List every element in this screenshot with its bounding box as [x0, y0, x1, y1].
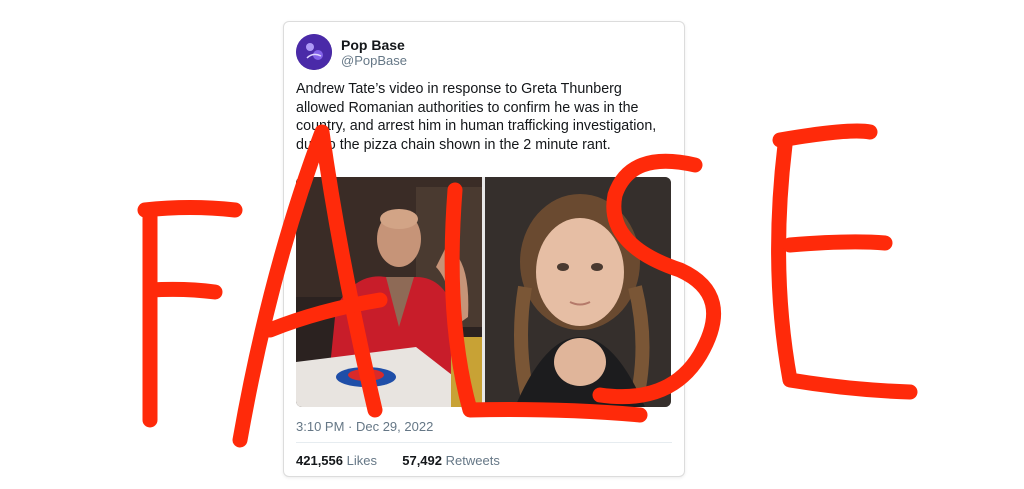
- tweet-card[interactable]: Pop Base @PopBase Andrew Tate’s video in…: [283, 21, 685, 477]
- media-image-greta-thunberg[interactable]: [485, 177, 671, 407]
- likes-count[interactable]: 421,556: [296, 453, 343, 468]
- tweet-timestamp[interactable]: 3:10 PM · Dec 29, 2022: [296, 419, 433, 434]
- display-name[interactable]: Pop Base: [341, 37, 405, 53]
- divider: [296, 442, 672, 443]
- likes-label[interactable]: Likes: [347, 453, 377, 468]
- media-grid[interactable]: [296, 177, 671, 407]
- retweets-label[interactable]: Retweets: [446, 453, 500, 468]
- tweet-text: Andrew Tate’s video in response to Greta…: [296, 81, 657, 153]
- tweet-stats: 421,556 Likes 57,492 Retweets: [296, 453, 500, 468]
- user-handle[interactable]: @PopBase: [341, 53, 407, 68]
- false-stamp-letter-e: [772, 123, 878, 148]
- avatar[interactable]: [296, 34, 332, 70]
- pop-base-logo-icon: [296, 34, 332, 70]
- retweets-count[interactable]: 57,492: [402, 453, 442, 468]
- media-image-andrew-tate[interactable]: [296, 177, 482, 407]
